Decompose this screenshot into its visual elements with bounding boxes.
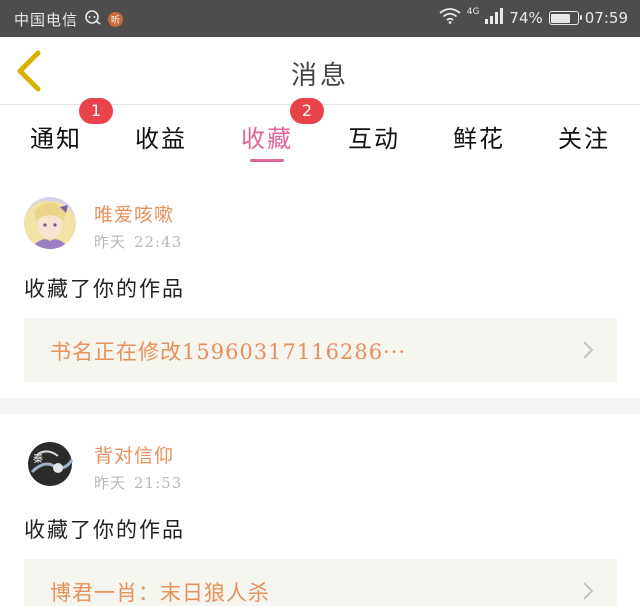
timestamp-time: 22:43: [134, 233, 183, 251]
chevron-right-icon: [583, 341, 594, 359]
app-notification-icon: 听: [108, 12, 124, 27]
work-title: 博君一肖：末日狼人杀: [50, 581, 270, 605]
signal-icon: [485, 8, 504, 28]
user-name[interactable]: 背对信仰: [94, 441, 174, 468]
chevron-right-icon: [583, 582, 594, 600]
action-text: 收藏了你的作品: [24, 518, 185, 542]
timestamp-day: 昨天: [94, 233, 127, 251]
favorites-count-badge: 2: [290, 98, 324, 124]
timestamp: 昨天 21:53: [94, 472, 190, 493]
page-title: 消息: [290, 61, 349, 91]
header: 消息: [0, 37, 640, 105]
tab-notifications[interactable]: 通知: [16, 119, 96, 154]
notifications-count-badge: 1: [79, 98, 113, 124]
clock: 07:59: [584, 9, 628, 27]
work-title: 书名正在修改15960317116286···: [50, 340, 407, 364]
status-bar: 中国电信 听 4G 74% 07:59: [0, 0, 640, 37]
avatar[interactable]: 秦: [24, 438, 76, 490]
user-name[interactable]: 唯爱咳嗽: [94, 200, 174, 227]
chat-icon: [84, 9, 102, 30]
work-card[interactable]: 博君一肖：末日狼人杀: [24, 559, 617, 606]
avatar[interactable]: [24, 197, 76, 249]
timestamp-day: 昨天: [94, 474, 127, 492]
carrier-name: 中国电信: [14, 11, 79, 29]
active-tab-indicator: [250, 159, 284, 162]
timestamp: 昨天 22:43: [94, 231, 190, 252]
svg-text:秦: 秦: [33, 452, 43, 465]
timestamp-time: 21:53: [134, 474, 183, 492]
network-type: 4G: [466, 7, 480, 17]
battery-icon: [548, 11, 582, 25]
tab-follows[interactable]: 关注: [544, 119, 624, 154]
wifi-icon: [439, 8, 461, 28]
tab-interactions[interactable]: 互动: [334, 119, 414, 154]
tab-earnings[interactable]: 收益: [121, 119, 201, 154]
battery-percent: 74%: [509, 9, 543, 27]
tab-favorites[interactable]: 收藏: [227, 119, 307, 154]
tab-flowers[interactable]: 鲜花: [439, 119, 519, 154]
work-card[interactable]: 书名正在修改15960317116286···: [24, 318, 617, 382]
section-divider: [0, 398, 640, 414]
action-text: 收藏了你的作品: [24, 277, 185, 301]
